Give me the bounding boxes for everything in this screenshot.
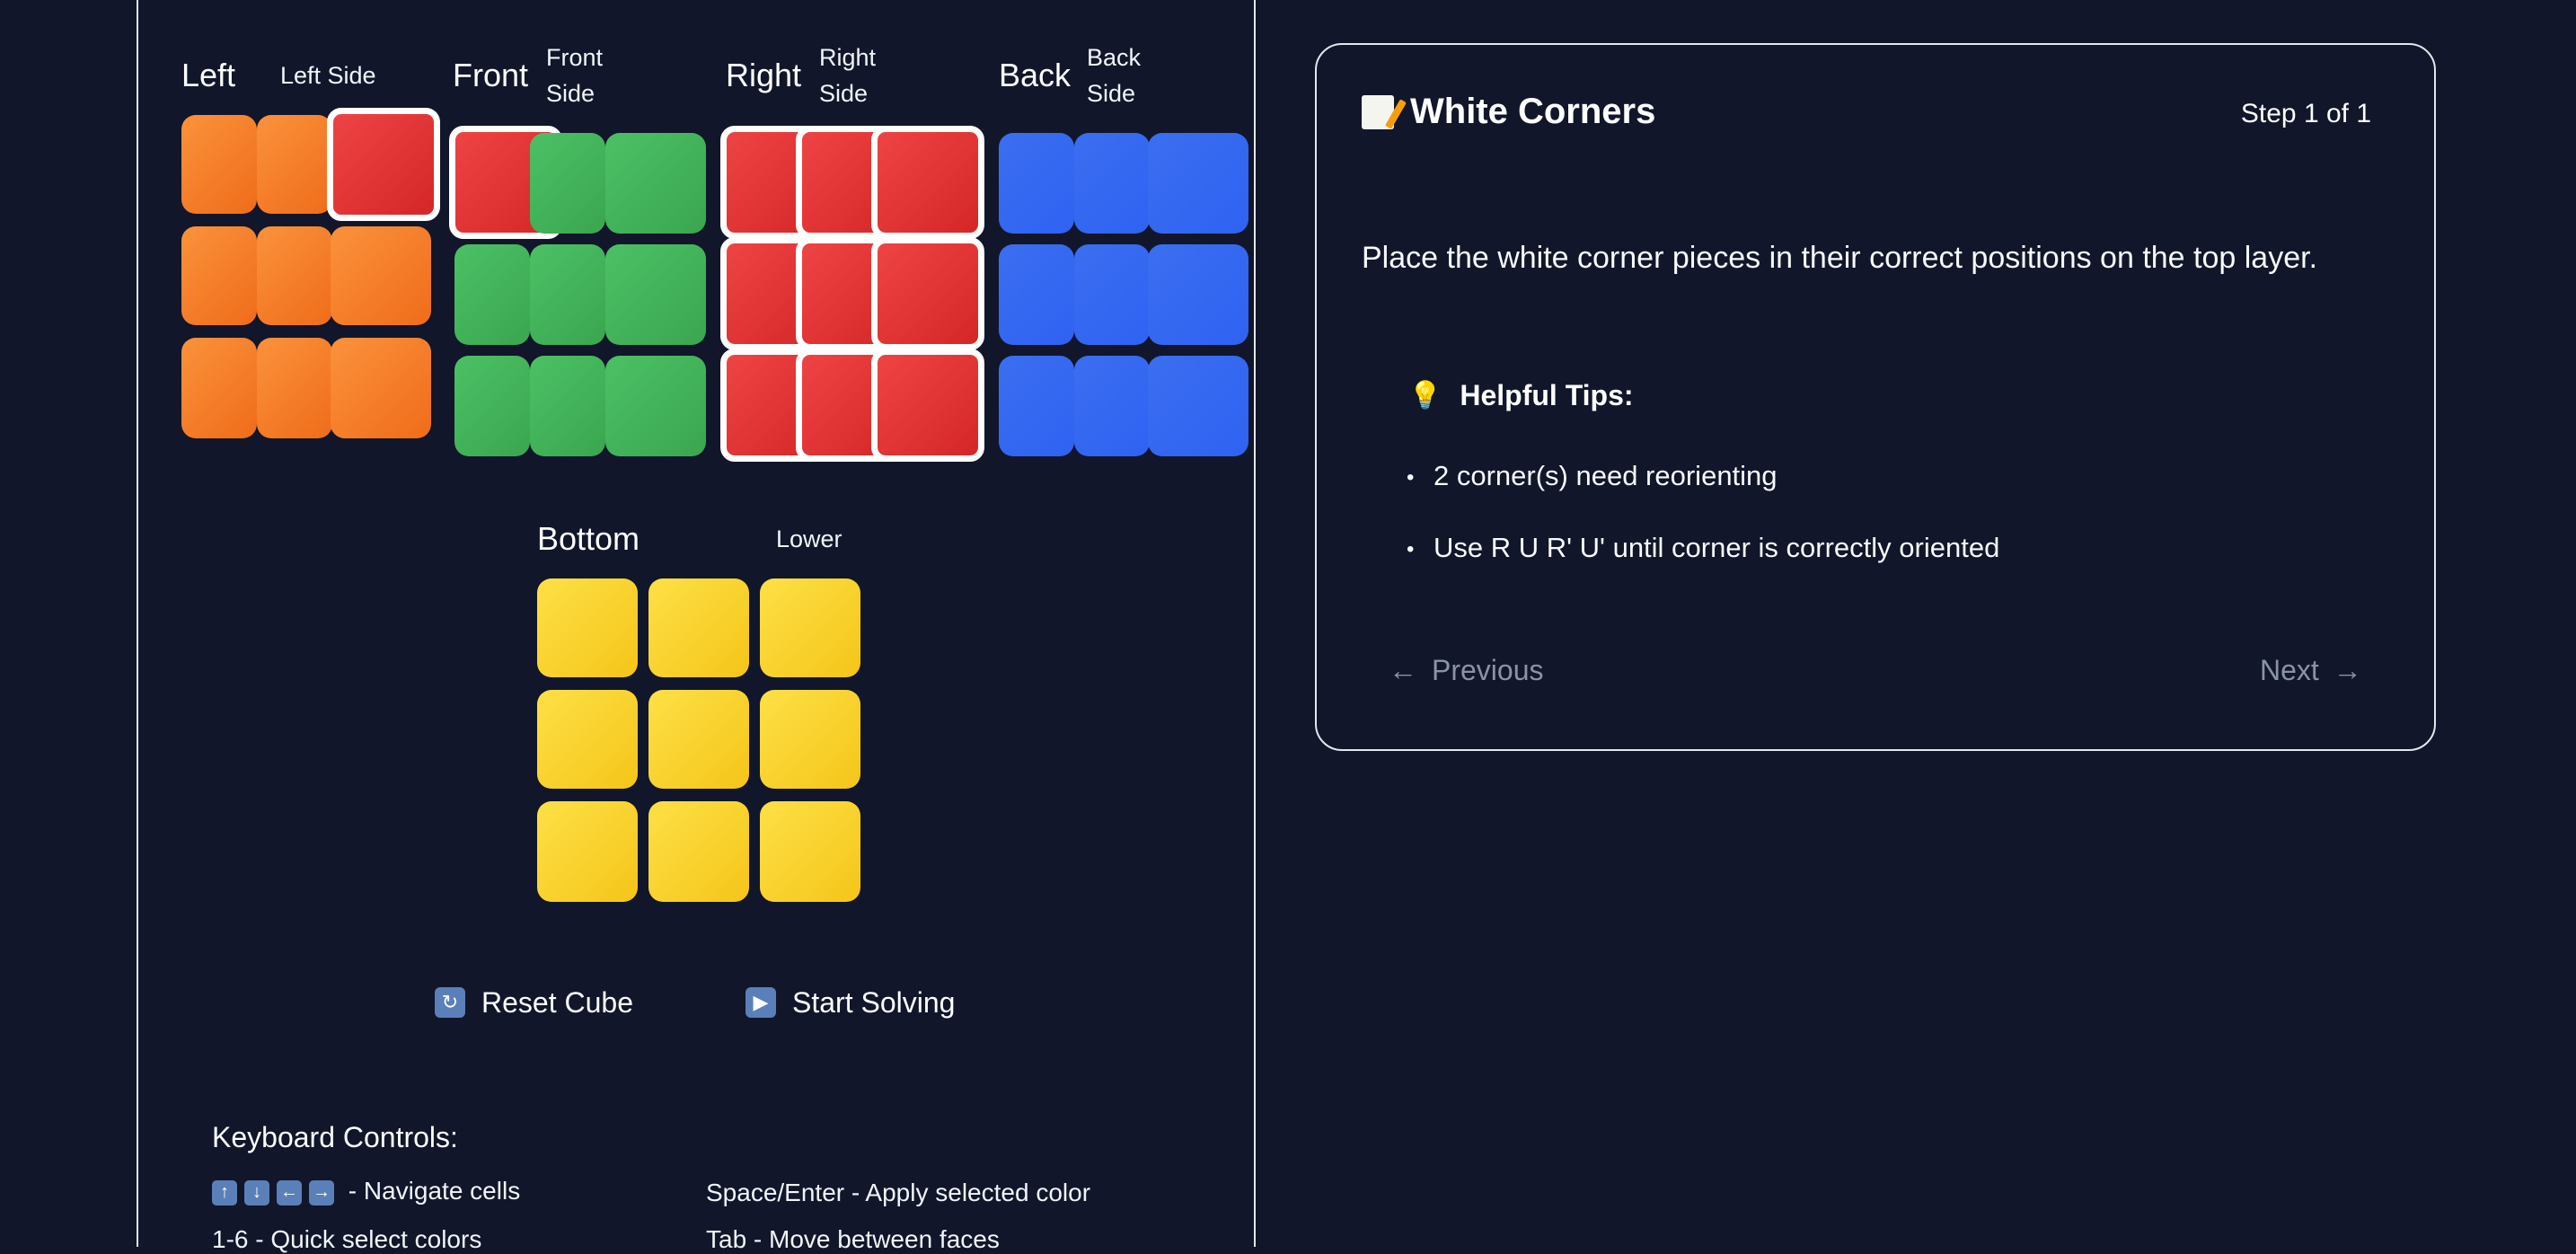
face-label-front: Front: [453, 57, 529, 93]
cell-front-5[interactable]: [605, 244, 706, 345]
face-sub-back-2: Side: [1087, 80, 1136, 107]
reset-cube-label: Reset Cube: [481, 986, 633, 1019]
cell-left-0[interactable]: [181, 115, 257, 214]
kb-quick: 1-6 - Quick select colors: [212, 1225, 482, 1253]
arrow-right-icon: →: [309, 1179, 334, 1205]
tips-heading-text: Helpful Tips:: [1460, 379, 1634, 411]
next-button[interactable]: Next →: [2260, 654, 2362, 687]
arrow-left-icon: ←: [1389, 654, 1417, 686]
cell-front-4[interactable]: [530, 244, 605, 345]
face-sub-left: Left Side: [280, 62, 376, 89]
cell-bottom-5[interactable]: [760, 690, 860, 789]
face-sub-right-1: Right: [819, 44, 877, 71]
cell-bottom-1[interactable]: [648, 578, 749, 677]
face-sub-front-2: Side: [546, 80, 595, 107]
cell-front-7[interactable]: [530, 356, 605, 456]
cell-left-2[interactable]: [327, 108, 440, 221]
cell-left-6[interactable]: [181, 338, 257, 438]
cell-left-1[interactable]: [257, 115, 332, 214]
face-sub-right-2: Side: [819, 80, 869, 107]
step-title-text: White Corners: [1410, 92, 1656, 131]
start-solving-button[interactable]: ▶ Start Solving: [745, 983, 955, 1022]
cell-left-7[interactable]: [257, 338, 332, 438]
tip-item: Use R U R' U' until corner is correctly …: [1407, 532, 1999, 564]
step-title: White Corners: [1362, 92, 1655, 132]
cell-bottom-7[interactable]: [648, 801, 749, 902]
cell-bottom-4[interactable]: [648, 690, 749, 789]
face-label-bottom: Bottom: [537, 520, 640, 557]
cell-back-1[interactable]: [1074, 133, 1150, 234]
face-sub-front-1: Front: [546, 44, 604, 71]
cell-back-7[interactable]: [1074, 356, 1150, 456]
face-label-left: Left: [181, 57, 236, 93]
cell-back-2[interactable]: [1148, 133, 1248, 234]
cell-bottom-0[interactable]: [537, 578, 638, 677]
cell-bottom-3[interactable]: [537, 690, 638, 789]
previous-button[interactable]: ← Previous: [1389, 654, 1544, 687]
cell-front-2[interactable]: [605, 133, 706, 234]
tip-item: 2 corner(s) need reorienting: [1407, 460, 1778, 492]
cell-front-8[interactable]: [605, 356, 706, 456]
face-label-right: Right: [726, 57, 802, 93]
cell-right-5[interactable]: [871, 237, 984, 350]
cell-bottom-2[interactable]: [760, 578, 860, 677]
cell-front-6[interactable]: [454, 356, 530, 456]
face-sub-bottom: Lower: [776, 525, 842, 552]
step-description: Place the white corner pieces in their c…: [1362, 241, 2318, 275]
start-solving-label: Start Solving: [792, 986, 956, 1019]
cell-left-8[interactable]: [331, 338, 431, 438]
memo-icon: [1362, 94, 1394, 129]
cell-back-8[interactable]: [1148, 356, 1248, 456]
cell-bottom-8[interactable]: [760, 801, 860, 902]
step-card: White Corners Step 1 of 1 Place the whit…: [1315, 43, 2436, 751]
kb-navigate: ↑ ↓ ← → - Navigate cells: [212, 1177, 520, 1205]
face-label-back: Back: [999, 57, 1072, 93]
tips-heading: 💡 Helpful Tips:: [1408, 379, 1634, 412]
keyboard-controls-title: Keyboard Controls:: [212, 1121, 458, 1153]
kb-navigate-text: - Navigate cells: [348, 1177, 521, 1205]
arrow-right-icon: →: [2333, 654, 2362, 686]
cell-left-3[interactable]: [181, 226, 257, 325]
arrow-up-icon: ↑: [212, 1179, 237, 1205]
cube-editor-panel: Left Left Side Front Front Side Right Ri…: [137, 0, 1256, 1253]
previous-label: Previous: [1432, 654, 1544, 686]
cell-back-5[interactable]: [1148, 244, 1248, 345]
arrow-down-icon: ↓: [244, 1179, 269, 1205]
cell-back-3[interactable]: [999, 244, 1074, 345]
cell-right-8[interactable]: [871, 349, 984, 462]
cell-left-5[interactable]: [331, 226, 431, 325]
kb-tab: Tab - Move between faces: [706, 1225, 1000, 1253]
face-sub-back-1: Back: [1087, 44, 1142, 71]
kb-apply: Space/Enter - Apply selected color: [706, 1179, 1091, 1206]
cell-front-1[interactable]: [530, 133, 605, 234]
cell-left-4[interactable]: [257, 226, 332, 325]
reset-cube-button[interactable]: ↻ Reset Cube: [435, 983, 633, 1022]
cell-back-6[interactable]: [999, 356, 1074, 456]
play-icon: ▶: [745, 987, 776, 1018]
cell-bottom-6[interactable]: [537, 801, 638, 902]
arrow-left-icon: ←: [277, 1179, 302, 1205]
cell-back-4[interactable]: [1074, 244, 1150, 345]
next-label: Next: [2260, 654, 2319, 686]
lightbulb-icon: 💡: [1408, 381, 1442, 411]
refresh-icon: ↻: [435, 987, 465, 1018]
cell-front-3[interactable]: [454, 244, 530, 345]
cell-back-0[interactable]: [999, 133, 1074, 234]
cell-right-2[interactable]: [871, 126, 984, 239]
step-indicator: Step 1 of 1: [2240, 99, 2371, 128]
